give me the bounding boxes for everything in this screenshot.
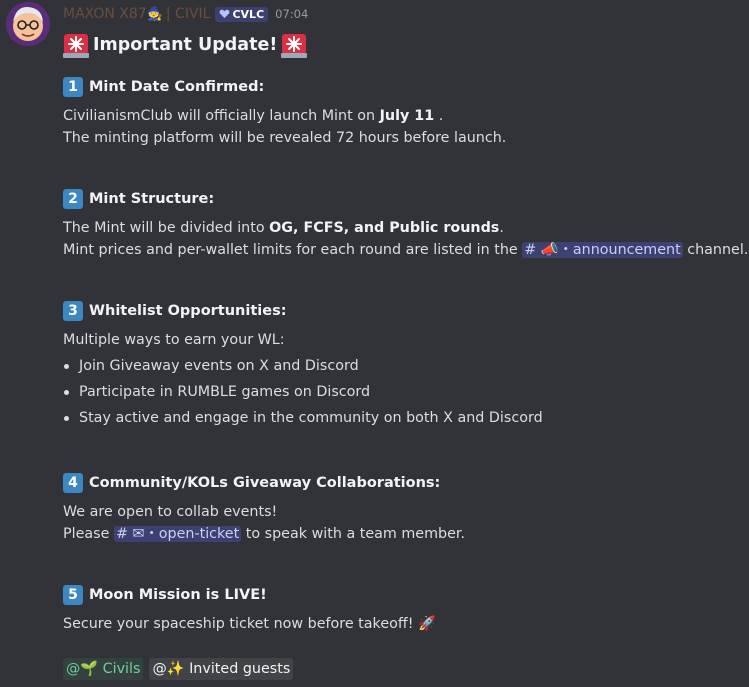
round-names: OG, FCFS, and Public rounds — [269, 220, 500, 236]
section-1-line-1: CivilianismClub will officially launch M… — [63, 106, 443, 126]
section-heading-5: 5 Moon Mission is LIVE! — [63, 585, 267, 605]
text: CivilianismClub will officially launch M… — [63, 108, 380, 124]
siren-icon — [63, 34, 89, 58]
list-item: Join Giveaway events on X and Discord — [64, 356, 359, 376]
author-emoji: 🧙 — [146, 6, 163, 22]
section-heading-3: 3 Whitelist Opportunities: — [63, 301, 287, 321]
heading-text: Mint Structure: — [89, 191, 215, 207]
bullet-dot — [64, 416, 69, 421]
list-item-text: Stay active and engage in the community … — [79, 410, 543, 426]
bullet-dot — [64, 364, 69, 369]
badge-label: CVLC — [232, 7, 265, 21]
list-item: Participate in RUMBLE games on Discord — [64, 382, 371, 402]
channel-name: 📣・announcement — [540, 242, 681, 258]
section-2-line-2: Mint prices and per-wallet limits for ea… — [63, 240, 748, 260]
launch-date: July 11 — [379, 108, 435, 124]
text: The Mint will be divided into — [63, 220, 270, 236]
section-heading-2: 2 Mint Structure: — [63, 189, 214, 209]
avatar[interactable] — [6, 2, 50, 46]
list-item-text: Join Giveaway events on X and Discord — [79, 358, 359, 374]
title-text: Important Update! — [93, 35, 278, 55]
keycap-2-icon: 2 — [63, 189, 83, 209]
section-heading-4: 4 Community/KOLs Giveaway Collaborations… — [63, 473, 440, 493]
author-name[interactable]: MAXON X87 — [63, 6, 147, 22]
channel-hash-icon: # — [524, 242, 541, 258]
list-item-text: Participate in RUMBLE games on Discord — [79, 384, 371, 400]
keycap-5-icon: 5 — [63, 585, 83, 605]
channel-name: ✉・open-ticket — [132, 526, 240, 542]
timestamp[interactable]: 07:04 — [275, 7, 308, 21]
text: to speak with a team member. — [241, 526, 466, 542]
channel-hash-icon: # — [115, 526, 133, 542]
bullet-dot — [64, 390, 69, 395]
text: Mint prices and per-wallet limits for ea… — [63, 242, 523, 258]
heading-text: Moon Mission is LIVE! — [89, 587, 267, 603]
keycap-3-icon: 3 — [63, 301, 83, 321]
section-4-line-1: We are open to collab events! — [63, 504, 278, 520]
text: Please — [63, 526, 114, 542]
message-title: Important Update! — [63, 32, 308, 58]
section-2-line-1: The Mint will be divided into OG, FCFS, … — [63, 218, 504, 238]
avatar-image — [6, 2, 50, 46]
text: . — [434, 108, 444, 124]
role-mention-invited-guests[interactable]: @✨ Invited guests — [149, 658, 294, 680]
channel-mention-open-ticket[interactable]: # ✉・open-ticket — [113, 526, 242, 542]
heading-text: Community/KOLs Giveaway Collaborations: — [89, 475, 441, 491]
section-1-line-2: The minting platform will be revealed 72… — [63, 130, 507, 146]
section-4-line-2: Please # ✉・open-ticket to speak with a t… — [63, 524, 465, 544]
keycap-4-icon: 4 — [63, 473, 83, 493]
heading-text: Whitelist Opportunities: — [89, 303, 287, 319]
heart-icon — [220, 9, 230, 18]
role-mention-civils[interactable]: @🌱 Civils — [63, 658, 144, 680]
author-tag[interactable]: | CIVIL — [166, 6, 211, 22]
role-mentions: @🌱 Civils @✨ Invited guests — [63, 658, 294, 680]
channel-mention-announcement[interactable]: # 📣・announcement — [522, 242, 683, 258]
section-heading-1: 1 Mint Date Confirmed: — [63, 77, 264, 97]
keycap-1-icon: 1 — [63, 77, 83, 97]
text: channel. — [682, 242, 749, 258]
section-3-intro: Multiple ways to earn your WL: — [63, 332, 285, 348]
text: . — [499, 220, 504, 236]
server-tag-badge[interactable]: CVLC — [215, 6, 269, 22]
section-5-line-1: Secure your spaceship ticket now before … — [63, 616, 436, 632]
heading-text: Mint Date Confirmed: — [89, 79, 265, 95]
list-item: Stay active and engage in the community … — [64, 408, 543, 428]
message-header: MAXON X87 🧙 | CIVIL CVLC 07:04 — [63, 4, 308, 24]
siren-icon — [281, 34, 308, 58]
